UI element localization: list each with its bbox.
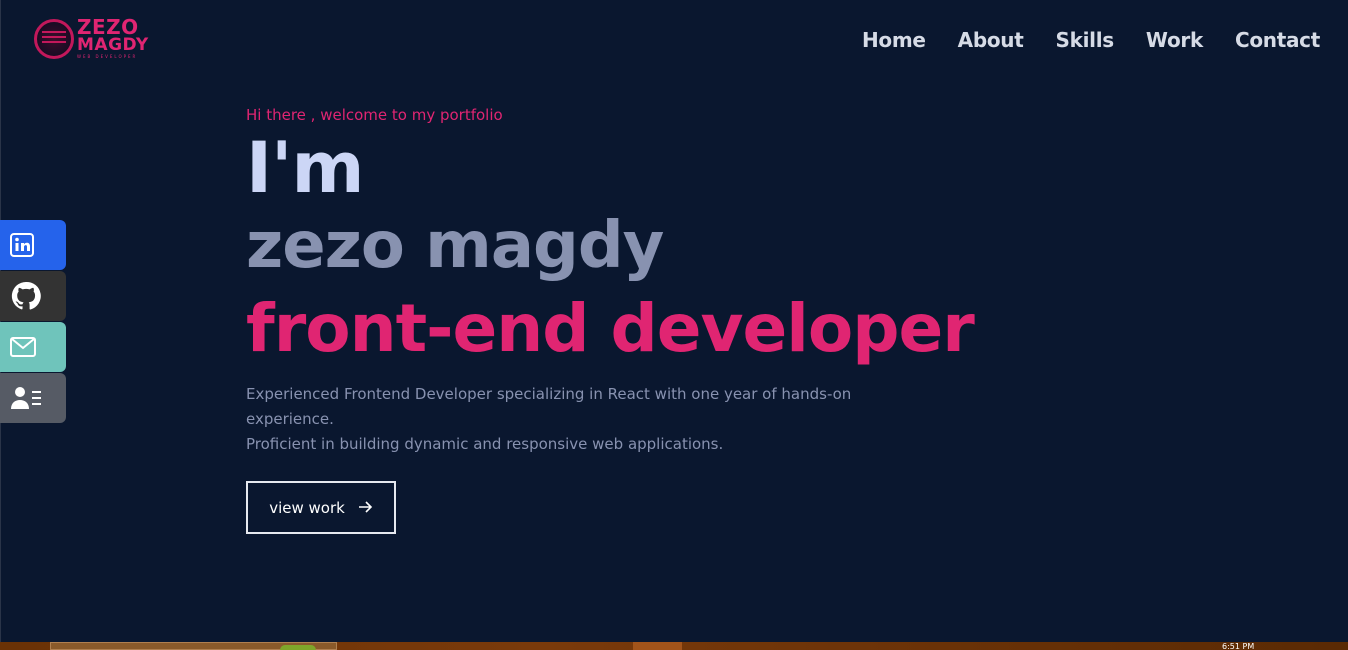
logo-text: ZEZO MAGDY WEB DEVELOPER bbox=[77, 15, 149, 59]
nav-work[interactable]: Work bbox=[1146, 28, 1203, 52]
github-icon bbox=[10, 280, 42, 312]
nav-about[interactable]: About bbox=[958, 28, 1024, 52]
hero-role: front-end developer bbox=[246, 290, 975, 367]
taskbar-active-app[interactable] bbox=[633, 642, 682, 650]
nav-home[interactable]: Home bbox=[862, 28, 926, 52]
hero-section: Hi there , welcome to my portfolio I'm z… bbox=[246, 106, 1006, 534]
logo-line-2: MAGDY bbox=[77, 35, 149, 55]
hero-description: Experienced Frontend Developer specializ… bbox=[246, 382, 926, 457]
main-nav: Home About Skills Work Contact bbox=[862, 28, 1320, 52]
logo-line-1: ZEZO bbox=[77, 15, 139, 39]
hero-greeting: Hi there , welcome to my portfolio bbox=[246, 106, 503, 124]
site-logo[interactable]: ZEZO MAGDY WEB DEVELOPER bbox=[34, 15, 149, 59]
mail-icon bbox=[10, 337, 36, 357]
hero-description-line-1: Experienced Frontend Developer specializ… bbox=[246, 385, 852, 428]
taskbar-app-icon[interactable] bbox=[280, 645, 316, 650]
arrow-right-icon bbox=[358, 499, 373, 517]
nav-contact[interactable]: Contact bbox=[1235, 28, 1320, 52]
view-work-label: view work bbox=[269, 498, 345, 517]
hero-name: zezo magdy bbox=[246, 209, 664, 283]
globe-emblem-icon bbox=[34, 18, 74, 59]
linkedin-icon bbox=[10, 233, 34, 257]
view-work-button[interactable]: view work bbox=[246, 481, 396, 534]
resume-link[interactable] bbox=[0, 373, 66, 423]
hero-intro: I'm bbox=[246, 127, 364, 209]
nav-skills[interactable]: Skills bbox=[1056, 28, 1115, 52]
linkedin-link[interactable] bbox=[0, 220, 66, 270]
hero-description-line-2: Proficient in building dynamic and respo… bbox=[246, 435, 724, 453]
email-link[interactable] bbox=[0, 322, 66, 372]
contact-card-icon bbox=[10, 385, 42, 411]
github-link[interactable] bbox=[0, 271, 66, 321]
taskbar-clock[interactable]: 6:51 PM bbox=[1222, 643, 1254, 650]
social-sidebar bbox=[0, 220, 66, 424]
